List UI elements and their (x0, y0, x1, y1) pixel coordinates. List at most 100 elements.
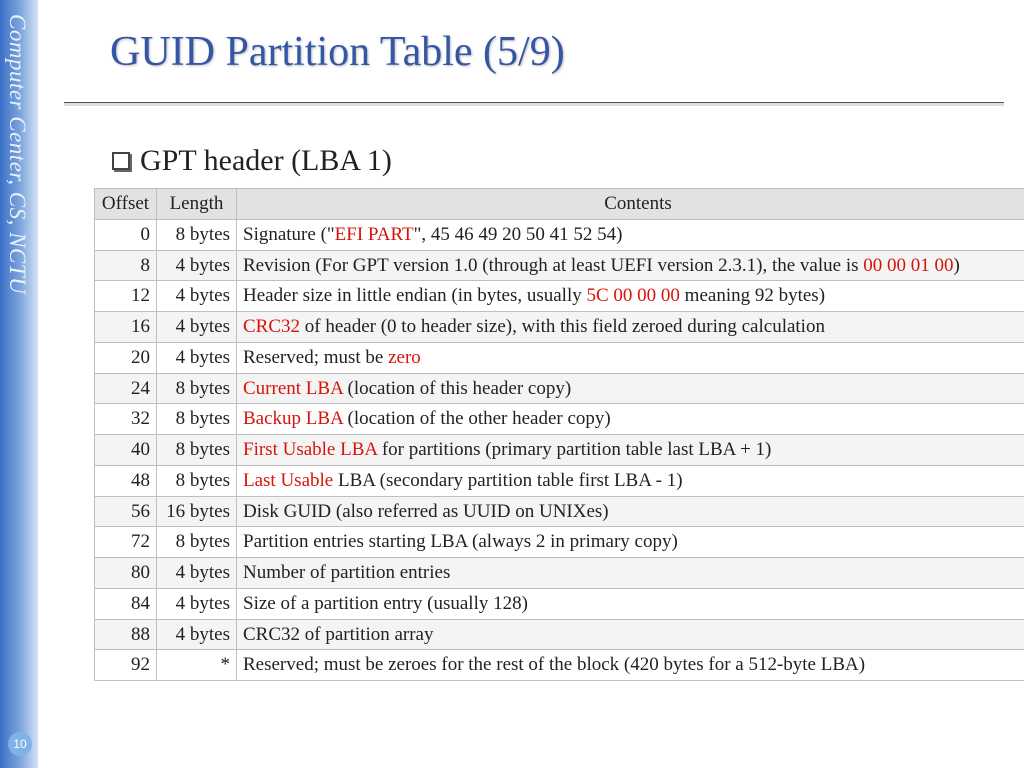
cell-offset: 88 (95, 619, 157, 650)
cell-offset: 72 (95, 527, 157, 558)
bullet-row: GPT header (LBA 1) (54, 144, 1010, 178)
table-header-row: Offset Length Contents (95, 189, 1024, 220)
cell-contents: Header size in little endian (in bytes, … (237, 281, 1024, 312)
table-row: 5616 bytes Disk GUID (also referred as UU… (95, 496, 1024, 527)
text-segment: LBA (secondary partition table first LBA… (338, 470, 683, 491)
sidebar-label: Computer Center, CS, NCTU (4, 14, 30, 294)
table-row: 408 bytesFirst Usable LBA for partitions… (95, 435, 1024, 466)
highlight-text: Backup LBA (243, 408, 348, 429)
cell-offset: 32 (95, 404, 157, 435)
table-row: 488 bytesLast Usable LBA (secondary part… (95, 465, 1024, 496)
table-row: 248 bytesCurrent LBA (location of this h… (95, 373, 1024, 404)
text-segment: of header (0 to header size), with this … (300, 316, 825, 337)
table-row: 124 bytes Header size in little endian (i… (95, 281, 1024, 312)
cell-contents: Backup LBA (location of the other header… (237, 404, 1024, 435)
cell-offset: 40 (95, 435, 157, 466)
cell-contents: Signature ("EFI PART", 45 46 49 20 50 41… (237, 219, 1024, 250)
text-segment: Reserved; must be (243, 347, 388, 368)
cell-offset: 8 (95, 250, 157, 281)
text-segment: Disk GUID (also referred as UUID on UNIX… (243, 501, 609, 522)
cell-length: 4 bytes (157, 558, 237, 589)
cell-offset: 92 (95, 650, 157, 681)
cell-contents: Disk GUID (also referred as UUID on UNIX… (237, 496, 1024, 527)
cell-length: 8 bytes (157, 435, 237, 466)
cell-contents: Reserved; must be zero (237, 342, 1024, 373)
text-segment: (location of the other header copy) (348, 408, 611, 429)
cell-contents: Current LBA (location of this header cop… (237, 373, 1024, 404)
text-segment: Signature (" (243, 224, 335, 245)
cell-contents: Revision (For GPT version 1.0 (through a… (237, 250, 1024, 281)
text-segment: ", 45 46 49 20 50 41 52 54) (414, 224, 623, 245)
highlight-text: EFI PART (335, 224, 414, 245)
cell-offset: 12 (95, 281, 157, 312)
cell-length: 4 bytes (157, 619, 237, 650)
col-offset: Offset (95, 189, 157, 220)
text-segment: Partition entries starting LBA (always 2… (243, 531, 678, 552)
cell-length: 8 bytes (157, 373, 237, 404)
text-segment: Header size in little endian (in bytes, … (243, 285, 586, 306)
cell-length: 4 bytes (157, 250, 237, 281)
highlight-text: CRC32 (243, 316, 300, 337)
table-row: 804 bytes Number of partition entries (95, 558, 1024, 589)
table-wrapper: Offset Length Contents 08 bytesSignature… (54, 188, 1010, 681)
text-segment: meaning 92 bytes) (680, 285, 825, 306)
highlight-text: Last Usable (243, 470, 338, 491)
cell-offset: 20 (95, 342, 157, 373)
cell-length: 4 bytes (157, 312, 237, 343)
cell-contents: Last Usable LBA (secondary partition tab… (237, 465, 1024, 496)
col-length: Length (157, 189, 237, 220)
cell-length: 4 bytes (157, 342, 237, 373)
text-segment: (location of this header copy) (348, 378, 572, 399)
content-area: GUID Partition Table (5/9) GPT header (L… (54, 0, 1010, 681)
cell-offset: 84 (95, 588, 157, 619)
cell-length: 4 bytes (157, 281, 237, 312)
cell-offset: 48 (95, 465, 157, 496)
highlight-text: 5C 00 00 00 (586, 285, 679, 306)
cell-length: * (157, 650, 237, 681)
cell-length: 8 bytes (157, 465, 237, 496)
cell-offset: 0 (95, 219, 157, 250)
text-segment: Reserved; must be zeroes for the rest of… (243, 654, 865, 675)
cell-contents: Number of partition entries (237, 558, 1024, 589)
table-row: 92* Reserved; must be zeroes for the rest… (95, 650, 1024, 681)
cell-length: 4 bytes (157, 588, 237, 619)
highlight-text: 00 00 01 00 (863, 255, 953, 276)
highlight-text: Current LBA (243, 378, 348, 399)
text-segment: Size of a partition entry (usually 128) (243, 593, 528, 614)
cell-offset: 56 (95, 496, 157, 527)
cell-length: 8 bytes (157, 404, 237, 435)
text-segment: CRC32 of partition array (243, 624, 434, 645)
cell-offset: 80 (95, 558, 157, 589)
title-divider (64, 102, 1004, 106)
table-row: 08 bytesSignature ("EFI PART", 45 46 49 … (95, 219, 1024, 250)
cell-length: 8 bytes (157, 527, 237, 558)
cell-length: 16 bytes (157, 496, 237, 527)
text-segment: ) (954, 255, 960, 276)
highlight-text: First Usable LBA (243, 439, 382, 460)
cell-contents: First Usable LBA for partitions (primary… (237, 435, 1024, 466)
square-bullet-icon (112, 152, 130, 170)
cell-offset: 24 (95, 373, 157, 404)
highlight-text: zero (388, 347, 421, 368)
table-row: 844 bytes Size of a partition entry (usua… (95, 588, 1024, 619)
cell-offset: 16 (95, 312, 157, 343)
table-row: 728 bytes Partition entries starting LBA … (95, 527, 1024, 558)
table-row: 84 bytesRevision (For GPT version 1.0 (t… (95, 250, 1024, 281)
cell-contents: CRC32 of partition array (237, 619, 1024, 650)
bullet-text: GPT header (LBA 1) (140, 144, 392, 178)
text-segment: Number of partition entries (243, 562, 450, 583)
cell-length: 8 bytes (157, 219, 237, 250)
cell-contents: Reserved; must be zeroes for the rest of… (237, 650, 1024, 681)
table-row: 164 bytesCRC32 of header (0 to header si… (95, 312, 1024, 343)
table-row: 884 bytes CRC32 of partition array (95, 619, 1024, 650)
slide: Computer Center, CS, NCTU 10 GUID Partit… (0, 0, 1024, 768)
sidebar: Computer Center, CS, NCTU 10 (0, 0, 38, 768)
cell-contents: Partition entries starting LBA (always 2… (237, 527, 1024, 558)
slide-title: GUID Partition Table (5/9) (54, 28, 1010, 76)
table-row: 204 bytesReserved; must be zero (95, 342, 1024, 373)
gpt-header-table: Offset Length Contents 08 bytesSignature… (94, 188, 1024, 681)
text-segment: for partitions (primary partition table … (382, 439, 772, 460)
cell-contents: CRC32 of header (0 to header size), with… (237, 312, 1024, 343)
page-number-badge: 10 (8, 732, 32, 756)
col-contents: Contents (237, 189, 1024, 220)
